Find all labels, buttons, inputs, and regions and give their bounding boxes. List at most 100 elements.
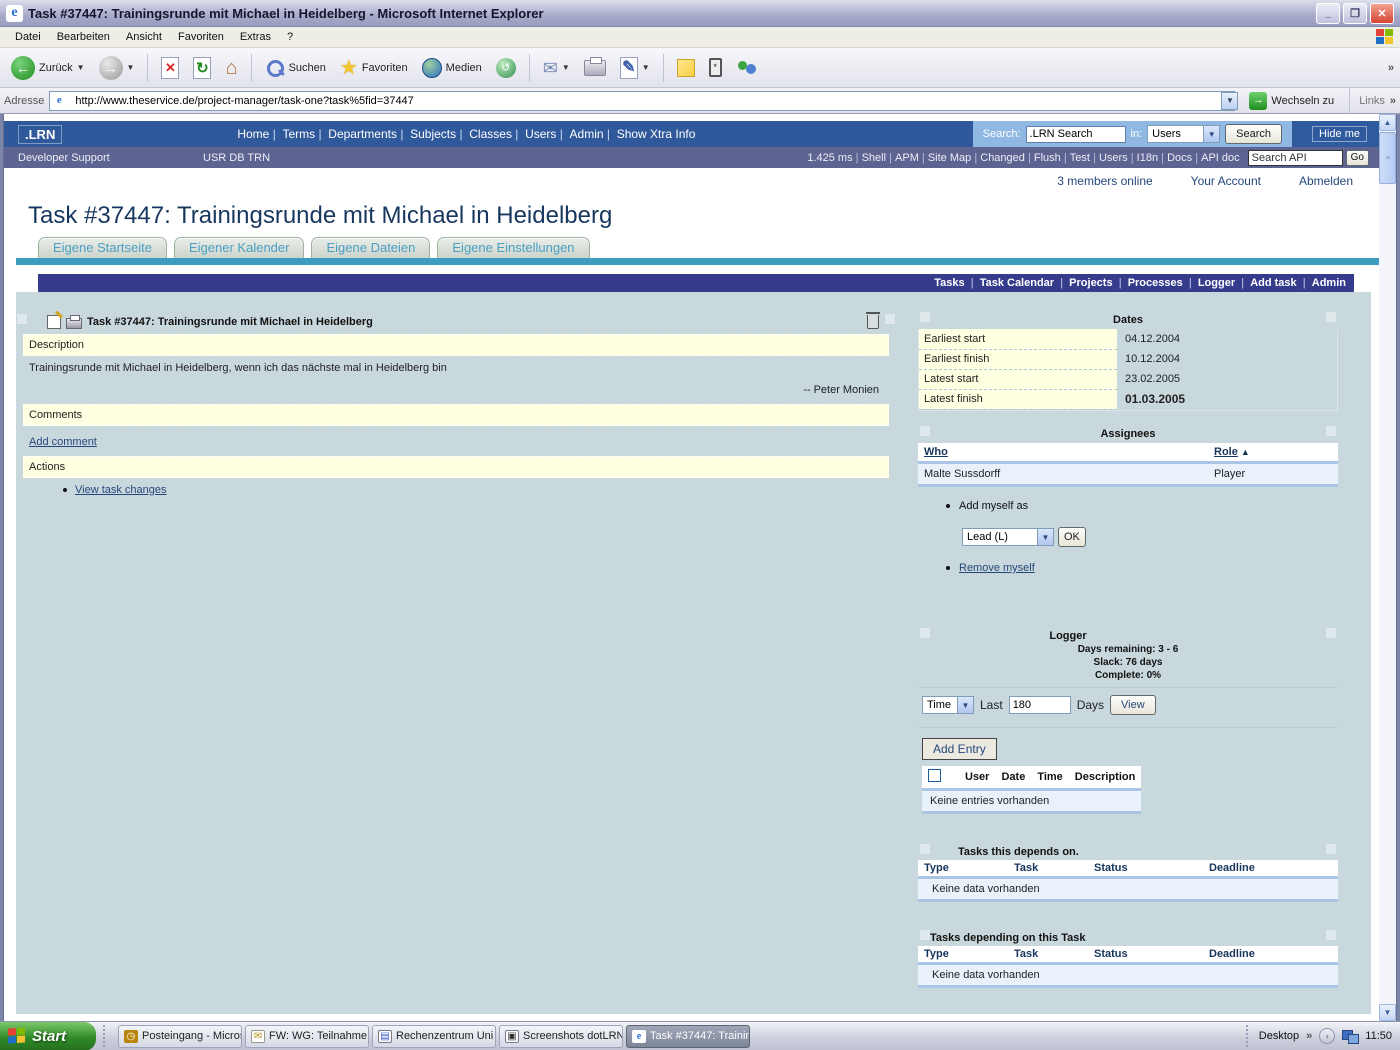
back-dropdown-icon[interactable]: ▼ <box>77 63 85 72</box>
nav-show-xtra-info[interactable]: Show Xtra Info <box>617 127 696 141</box>
media-button[interactable]: Medien <box>417 55 487 81</box>
refresh-button[interactable]: ↻ <box>188 54 216 82</box>
time-select[interactable]: Time ▼ <box>922 696 974 714</box>
search-scope-select[interactable]: Users ▼ <box>1147 125 1220 143</box>
home-button[interactable]: ⌂ <box>220 55 242 81</box>
restore-button[interactable]: ❐ <box>1343 3 1367 24</box>
add-comment-link[interactable]: Add comment <box>29 436 97 448</box>
desktop-chevron[interactable]: » <box>1306 1030 1312 1042</box>
col-who[interactable]: Who <box>918 443 1208 463</box>
desktop-toolbar-label[interactable]: Desktop <box>1259 1030 1299 1042</box>
messenger-button[interactable] <box>731 56 763 80</box>
dev-apidoc[interactable]: API doc <box>1201 152 1240 164</box>
menu-datei[interactable]: Datei <box>8 29 48 45</box>
dev-test[interactable]: Test <box>1070 152 1099 164</box>
search-button-toolbar[interactable]: Suchen <box>260 55 331 81</box>
logout-link[interactable]: Abmelden <box>1299 174 1353 188</box>
taskbar-button-screenshots[interactable]: ▣ Screenshots dotLRN.... <box>499 1025 623 1048</box>
scroll-thumb[interactable]: ≡ <box>1379 132 1396 184</box>
last-days-input[interactable] <box>1009 696 1071 714</box>
minimize-button[interactable]: _ <box>1316 3 1340 24</box>
menu-hilfe[interactable]: ? <box>280 29 300 45</box>
lrn-logo[interactable]: .LRN <box>18 125 62 144</box>
nav-terms[interactable]: Terms <box>282 127 328 141</box>
forward-dropdown-icon[interactable]: ▼ <box>127 63 135 72</box>
dev-sitemap[interactable]: Site Map <box>928 152 980 164</box>
api-go-button[interactable]: Go <box>1346 150 1369 166</box>
ok-button[interactable]: OK <box>1058 527 1086 547</box>
taskbar-button-document[interactable]: ▤ Rechenzentrum Uni K... <box>372 1025 496 1048</box>
vertical-scrollbar[interactable]: ▲ ≡ ▼ <box>1379 114 1396 1021</box>
messenger-device-button[interactable]: * <box>704 55 727 80</box>
role-select[interactable]: Lead (L) ▼ <box>962 528 1054 546</box>
print-button[interactable] <box>579 57 611 79</box>
ctx-admin[interactable]: Admin <box>1312 277 1346 289</box>
print-task-icon[interactable] <box>66 318 82 329</box>
taskbar-button-mail[interactable]: ✉ FW: WG: Teilnahme v... <box>245 1025 369 1048</box>
tab-eigene-dateien[interactable]: Eigene Dateien <box>311 237 430 258</box>
view-button[interactable]: View <box>1110 695 1156 715</box>
dev-users[interactable]: Users <box>1099 152 1137 164</box>
dev-docs[interactable]: Docs <box>1167 152 1201 164</box>
edit-button[interactable]: ✎▼ <box>615 54 655 82</box>
ctx-add-task[interactable]: Add task <box>1250 277 1312 289</box>
start-button[interactable]: Start <box>0 1022 96 1050</box>
ctx-projects[interactable]: Projects <box>1069 277 1128 289</box>
favorites-button[interactable]: ★ Favoriten <box>335 55 413 81</box>
go-button[interactable]: → Wechseln zu <box>1243 91 1340 111</box>
scroll-up-button[interactable]: ▲ <box>1379 114 1396 131</box>
scroll-down-button[interactable]: ▼ <box>1379 1004 1396 1021</box>
members-online[interactable]: 3 members online <box>1057 174 1152 188</box>
forward-button[interactable]: → ▼ <box>94 53 140 83</box>
tab-eigener-kalender[interactable]: Eigener Kalender <box>174 237 304 258</box>
col-deadline[interactable]: Deadline <box>1203 860 1338 878</box>
history-button[interactable]: ↺ <box>491 55 521 81</box>
nav-home[interactable]: Home <box>237 127 282 141</box>
url-input[interactable]: e http://www.theservice.de/project-manag… <box>49 91 1235 111</box>
ctx-tasks[interactable]: Tasks <box>934 277 979 289</box>
col-status[interactable]: Status <box>1088 946 1203 964</box>
ctx-logger[interactable]: Logger <box>1198 277 1250 289</box>
links-chevron[interactable]: » <box>1390 95 1396 107</box>
api-search-input[interactable] <box>1248 150 1343 166</box>
tab-eigene-einstellungen[interactable]: Eigene Einstellungen <box>437 237 589 258</box>
menu-bearbeiten[interactable]: Bearbeiten <box>50 29 117 45</box>
dev-changed[interactable]: Changed <box>980 152 1034 164</box>
close-button[interactable]: ✕ <box>1370 3 1394 24</box>
mail-button[interactable]: ✉▼ <box>538 56 575 80</box>
nav-departments[interactable]: Departments <box>328 127 410 141</box>
nav-classes[interactable]: Classes <box>469 127 525 141</box>
discuss-button[interactable] <box>672 56 700 80</box>
col-status[interactable]: Status <box>1088 860 1203 878</box>
menu-favoriten[interactable]: Favoriten <box>171 29 231 45</box>
taskbar-button-outlook[interactable]: ◷ Posteingang - Micros... <box>118 1025 242 1048</box>
add-entry-button[interactable]: Add Entry <box>922 738 997 760</box>
col-deadline[interactable]: Deadline <box>1203 946 1338 964</box>
checkbox[interactable] <box>928 769 941 782</box>
dev-flush[interactable]: Flush <box>1034 152 1070 164</box>
nav-users[interactable]: Users <box>525 127 569 141</box>
nav-subjects[interactable]: Subjects <box>410 127 469 141</box>
menu-extras[interactable]: Extras <box>233 29 278 45</box>
hide-me-button[interactable]: Hide me <box>1312 126 1367 142</box>
back-button[interactable]: ← Zurück ▼ <box>6 53 90 83</box>
ctx-task-calendar[interactable]: Task Calendar <box>980 277 1069 289</box>
stop-button[interactable]: ✕ <box>156 54 184 82</box>
tab-eigene-startseite[interactable]: Eigene Startseite <box>38 237 167 258</box>
view-task-changes-link[interactable]: View task changes <box>75 484 167 496</box>
dev-shell[interactable]: Shell <box>862 152 895 164</box>
url-dropdown-button[interactable]: ▼ <box>1221 92 1238 110</box>
lrn-search-input[interactable] <box>1026 126 1126 143</box>
toolbar-overflow-chevron[interactable]: » <box>1388 62 1394 74</box>
col-role[interactable]: Role ▲ <box>1208 443 1338 463</box>
developer-support-label[interactable]: Developer Support <box>18 152 203 164</box>
edit-task-icon[interactable] <box>47 315 61 329</box>
taskbar-button-ie-task[interactable]: e Task #37447: Trainin... <box>626 1025 750 1048</box>
hide-tray-icons-button[interactable]: ‹ <box>1319 1028 1335 1044</box>
menu-ansicht[interactable]: Ansicht <box>119 29 169 45</box>
links-label[interactable]: Links <box>1359 95 1385 107</box>
your-account-link[interactable]: Your Account <box>1191 174 1261 188</box>
dev-apm[interactable]: APM <box>895 152 928 164</box>
search-submit-button[interactable]: Search <box>1225 124 1282 144</box>
remove-myself-link[interactable]: Remove myself <box>959 562 1035 574</box>
